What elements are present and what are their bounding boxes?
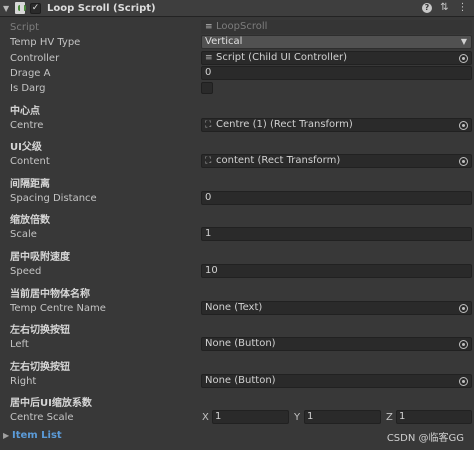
foldout-arrow-icon[interactable]: ▼ [3, 4, 13, 13]
left-row: Left None (Button) [0, 337, 474, 352]
centre-scale-header: 居中后UI缩放系数 [10, 398, 92, 409]
spacing-row: Spacing Distance 0 [0, 191, 474, 206]
object-picker-icon[interactable] [459, 54, 468, 63]
is-darg-label: Is Darg [10, 83, 46, 94]
component-title: Loop Scroll (Script) [47, 2, 156, 14]
controller-value: Script (Child UI Controller) [216, 52, 348, 63]
centre-scale-y-input[interactable]: 1 [304, 410, 381, 424]
speed-label: Speed [10, 266, 42, 277]
content-row: Content ⛶ content (Rect Transform) [0, 154, 474, 169]
speed-input[interactable]: 10 [201, 264, 472, 278]
item-list-foldout[interactable]: ▶ Item List [0, 428, 62, 442]
temp-centre-name-value: None (Text) [205, 302, 263, 313]
controller-field[interactable]: ≡ Script (Child UI Controller) [201, 51, 472, 65]
speed-row: Speed 10 [0, 264, 474, 279]
is-darg-checkbox[interactable] [201, 82, 213, 94]
script-value: LoopScroll [216, 21, 268, 32]
object-picker-icon[interactable] [459, 304, 468, 313]
centre-scale-x-input[interactable]: 1 [212, 410, 289, 424]
z-axis-label: Z [386, 412, 393, 423]
temp-centre-name-row: Temp Centre Name None (Text) [0, 301, 474, 316]
drage-a-input[interactable]: 0 [201, 66, 472, 80]
temp-hv-type-value: Vertical [205, 36, 243, 47]
rect-transform-icon: ⛶ [205, 156, 212, 166]
presets-icon[interactable]: ⇅ [439, 2, 450, 14]
foldout-arrow-icon: ▶ [3, 430, 10, 440]
spacing-label: Spacing Distance [10, 193, 97, 204]
speed-header: 居中吸附速度 [10, 252, 70, 263]
dropdown-arrow-icon: ▼ [460, 37, 467, 46]
temp-hv-type-dropdown[interactable]: Vertical ▼ [201, 35, 472, 49]
controller-label: Controller [10, 53, 60, 64]
component-enabled-checkbox[interactable]: ✓ [30, 2, 41, 14]
centre-row: Centre ⛶ Centre (1) (Rect Transform) [0, 118, 474, 133]
left-button-field[interactable]: None (Button) [201, 337, 472, 351]
script-component-icon: ≡ [205, 53, 213, 63]
temp-hv-type-row: Temp HV Type Vertical ▼ [0, 35, 474, 50]
script-label: Script [10, 22, 40, 33]
left-label: Left [10, 339, 29, 350]
help-icon[interactable]: ? [422, 3, 432, 13]
script-asset-icon: ≡ [205, 22, 213, 32]
centre-value: Centre (1) (Rect Transform) [216, 119, 353, 130]
content-field[interactable]: ⛶ content (Rect Transform) [201, 154, 472, 168]
right-header: 左右切换按钮 [10, 362, 70, 373]
right-button-field[interactable]: None (Button) [201, 374, 472, 388]
content-value: content (Rect Transform) [216, 155, 341, 166]
centre-scale-row: Centre Scale X 1 Y 1 Z 1 [0, 410, 474, 425]
drage-a-label: Drage A [10, 68, 51, 79]
script-icon [15, 2, 26, 14]
context-menu-icon[interactable]: ⋮ [457, 2, 468, 14]
watermark: CSDN @临客GG [386, 433, 464, 444]
centre-label: Centre [10, 120, 44, 131]
scale-label: Scale [10, 229, 37, 240]
component-header: ▼ ✓ Loop Scroll (Script) ? ⇅ ⋮ [0, 0, 474, 17]
object-picker-icon[interactable] [459, 157, 468, 166]
controller-row: Controller ≡ Script (Child UI Controller) [0, 51, 474, 66]
left-header: 左右切换按钮 [10, 325, 70, 336]
script-row: Script ≡ LoopScroll [0, 20, 474, 35]
centre-header: 中心点 [10, 106, 40, 117]
right-row: Right None (Button) [0, 374, 474, 389]
right-button-value: None (Button) [205, 375, 276, 386]
object-picker-icon[interactable] [459, 121, 468, 130]
centre-scale-z-input[interactable]: 1 [396, 410, 472, 424]
content-label: Content [10, 156, 50, 167]
spacing-header: 间隔距离 [10, 179, 50, 190]
right-label: Right [10, 376, 37, 387]
script-field: ≡ LoopScroll [201, 20, 472, 34]
is-darg-row: Is Darg [0, 81, 474, 96]
x-axis-label: X [202, 412, 209, 423]
spacing-input[interactable]: 0 [201, 191, 472, 205]
content-header: UI父级 [10, 142, 42, 153]
object-picker-icon[interactable] [459, 340, 468, 349]
scale-row: Scale 1 [0, 227, 474, 242]
temp-hv-type-label: Temp HV Type [10, 37, 81, 48]
y-axis-label: Y [294, 412, 301, 423]
left-button-value: None (Button) [205, 338, 276, 349]
scale-input[interactable]: 1 [201, 227, 472, 241]
object-picker-icon[interactable] [459, 377, 468, 386]
item-list-label: Item List [12, 429, 62, 441]
temp-centre-name-label: Temp Centre Name [10, 303, 106, 314]
drage-a-row: Drage A 0 [0, 66, 474, 81]
rect-transform-icon: ⛶ [205, 120, 212, 130]
centre-field[interactable]: ⛶ Centre (1) (Rect Transform) [201, 118, 472, 132]
scale-header: 缩放倍数 [10, 215, 50, 226]
centre-scale-label: Centre Scale [10, 412, 74, 423]
temp-centre-name-field[interactable]: None (Text) [201, 301, 472, 315]
temp-centre-name-header: 当前居中物体名称 [10, 289, 90, 300]
